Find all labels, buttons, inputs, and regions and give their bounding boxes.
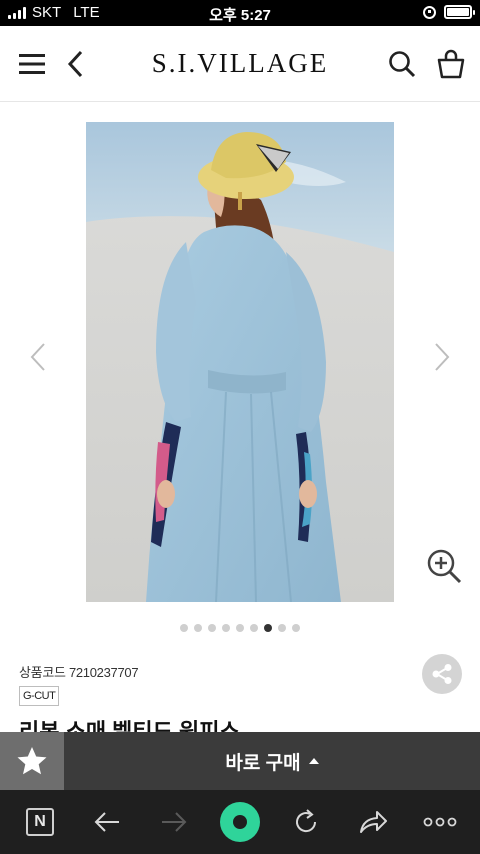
- buy-now-button[interactable]: 바로 구매: [64, 732, 480, 790]
- home-icon: [233, 815, 247, 829]
- gallery-pagination: [0, 624, 480, 632]
- browser-toolbar: N: [0, 790, 480, 854]
- pagination-dot[interactable]: [222, 624, 230, 632]
- product-image[interactable]: [86, 122, 394, 602]
- pagination-dot[interactable]: [194, 624, 202, 632]
- product-code: 상품코드 7210237707: [19, 665, 139, 680]
- pagination-dot[interactable]: [236, 624, 244, 632]
- share-nodes-icon: [432, 664, 452, 684]
- battery-icon: [444, 5, 475, 19]
- product-gallery[interactable]: [0, 102, 480, 642]
- reload-button[interactable]: [288, 804, 324, 840]
- favorite-button[interactable]: [0, 732, 64, 790]
- product-title: 리본 소매 벨티드 원피스: [19, 719, 240, 732]
- more-button[interactable]: [422, 804, 458, 840]
- zoom-button[interactable]: [424, 546, 464, 586]
- shopping-bag-icon: [437, 49, 465, 79]
- caret-up-icon: [308, 758, 319, 764]
- home-button[interactable]: [220, 802, 260, 842]
- buy-bar: 바로 구매: [0, 732, 480, 790]
- zoom-in-icon: [427, 549, 462, 584]
- dress-photo: [86, 122, 394, 602]
- prev-image-button[interactable]: [24, 342, 54, 372]
- status-time: 오후 5:27: [209, 7, 271, 24]
- status-bar: SKT LTE 오후 5:27: [0, 0, 480, 26]
- pagination-dot[interactable]: [278, 624, 286, 632]
- browser-back-button[interactable]: [89, 804, 125, 840]
- share-button[interactable]: [422, 654, 462, 694]
- product-info: 상품코드 7210237707 G-CUT 리본 소매 벨티드 원피스: [0, 650, 480, 732]
- pagination-dot[interactable]: [180, 624, 188, 632]
- forward-arrow-icon: [162, 812, 187, 832]
- browser-forward-button[interactable]: [156, 804, 192, 840]
- back-arrow-icon: [94, 812, 119, 832]
- pagination-dot[interactable]: [292, 624, 300, 632]
- brand-tag[interactable]: G-CUT: [19, 686, 60, 706]
- cart-button[interactable]: [433, 46, 469, 82]
- naver-button[interactable]: N: [22, 804, 58, 840]
- prev-arrow-icon: [30, 343, 45, 371]
- pagination-dot-active[interactable]: [264, 624, 272, 632]
- star-icon: [17, 747, 47, 775]
- app-header: S.I.VILLAGE: [0, 26, 480, 102]
- pagination-dot[interactable]: [250, 624, 258, 632]
- more-icon: [423, 817, 457, 827]
- search-icon: [389, 51, 416, 78]
- next-image-button[interactable]: [426, 342, 456, 372]
- orientation-lock-icon: [423, 5, 436, 19]
- reload-icon: [296, 809, 317, 833]
- status-right: [423, 5, 475, 19]
- search-button[interactable]: [384, 46, 420, 82]
- naver-n-icon: N: [26, 808, 54, 836]
- pagination-dot[interactable]: [208, 624, 216, 632]
- next-arrow-icon: [435, 343, 450, 371]
- browser-share-button[interactable]: [355, 804, 391, 840]
- buy-now-label: 바로 구매: [225, 752, 301, 774]
- share-icon: [360, 811, 387, 833]
